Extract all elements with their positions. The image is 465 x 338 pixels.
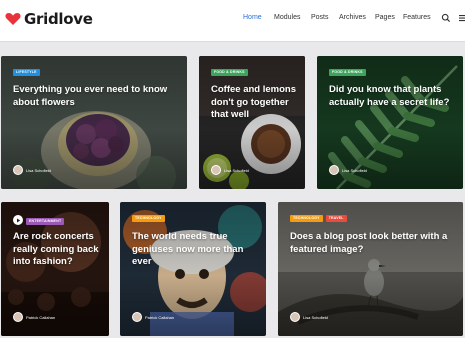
author-name[interactable]: Lisa Schofield	[224, 168, 249, 173]
category-badges: Technology Travel	[290, 215, 347, 222]
heart-logo-icon	[5, 13, 21, 25]
category-badges: Food & Drinks	[329, 69, 366, 76]
post-title[interactable]: Did you know that plants actually have a…	[329, 84, 457, 109]
main-nav: Home Modules Posts Archives Pages Featur…	[235, 13, 465, 28]
post-author[interactable]: Patrick Callahan	[132, 312, 174, 322]
search-icon[interactable]	[441, 13, 451, 23]
author-name[interactable]: Patrick Callahan	[145, 315, 174, 320]
post-card[interactable]: Food & Drinks Coffee and lemons don't go…	[199, 56, 305, 189]
author-name[interactable]: Lisa Schofield	[303, 315, 328, 320]
post-card[interactable]: Technology The world needs true geniuses…	[120, 202, 266, 336]
category-badge[interactable]: Technology	[290, 215, 323, 222]
post-author[interactable]: Lisa Schofield	[211, 165, 249, 175]
category-badges: Technology	[132, 215, 165, 222]
post-author[interactable]: Lisa Schofield	[329, 165, 367, 175]
post-card[interactable]: Food & Drinks Did you know that plants a…	[317, 56, 463, 189]
category-badge[interactable]: Lifestyle	[13, 69, 40, 76]
site-name: Gridlove	[24, 10, 93, 28]
category-badge[interactable]: Travel	[325, 215, 347, 222]
category-badges: Food & Drinks	[211, 69, 248, 76]
nav-item-posts[interactable]: Posts	[311, 14, 329, 21]
nav-item-features[interactable]: Features	[403, 14, 431, 21]
author-name[interactable]: Lisa Schofield	[26, 168, 51, 173]
post-title[interactable]: Are rock concerts really coming back int…	[13, 231, 107, 269]
avatar	[211, 165, 221, 175]
play-icon[interactable]	[13, 215, 23, 225]
site-header: Gridlove Home Modules Posts Archives Pag…	[0, 0, 465, 42]
post-title[interactable]: The world needs true geniuses now more t…	[132, 231, 260, 269]
avatar	[13, 312, 23, 322]
author-name[interactable]: Patrick Callahan	[26, 315, 55, 320]
category-badges: Entertainment	[26, 218, 65, 225]
menu-icon[interactable]	[457, 13, 465, 23]
site-logo[interactable]: Gridlove	[5, 10, 93, 28]
post-author[interactable]: Lisa Schofield	[290, 312, 328, 322]
author-name[interactable]: Lisa Schofield	[342, 168, 367, 173]
avatar	[13, 165, 23, 175]
avatar	[329, 165, 339, 175]
post-title[interactable]: Everything you ever need to know about f…	[13, 84, 183, 109]
post-author[interactable]: Patrick Callahan	[13, 312, 55, 322]
nav-item-archives[interactable]: Archives	[339, 14, 366, 21]
category-badge[interactable]: Food & Drinks	[329, 69, 366, 76]
post-card[interactable]: Entertainment Are rock concerts really c…	[1, 202, 109, 336]
category-badge[interactable]: Food & Drinks	[211, 69, 248, 76]
post-author[interactable]: Lisa Schofield	[13, 165, 51, 175]
nav-item-home[interactable]: Home	[243, 14, 262, 21]
post-card[interactable]: Lifestyle Everything you ever need to kn…	[1, 56, 187, 189]
avatar	[290, 312, 300, 322]
category-badges: Lifestyle	[13, 69, 40, 76]
category-badge[interactable]: Entertainment	[26, 218, 65, 225]
avatar	[132, 312, 142, 322]
nav-item-pages[interactable]: Pages	[375, 14, 395, 21]
nav-item-modules[interactable]: Modules	[274, 14, 300, 21]
post-card[interactable]: Technology Travel Does a blog post look …	[278, 202, 463, 336]
post-title[interactable]: Does a blog post look better with a feat…	[290, 231, 455, 256]
post-title[interactable]: Coffee and lemons don't go together that…	[211, 84, 303, 122]
category-badge[interactable]: Technology	[132, 215, 165, 222]
